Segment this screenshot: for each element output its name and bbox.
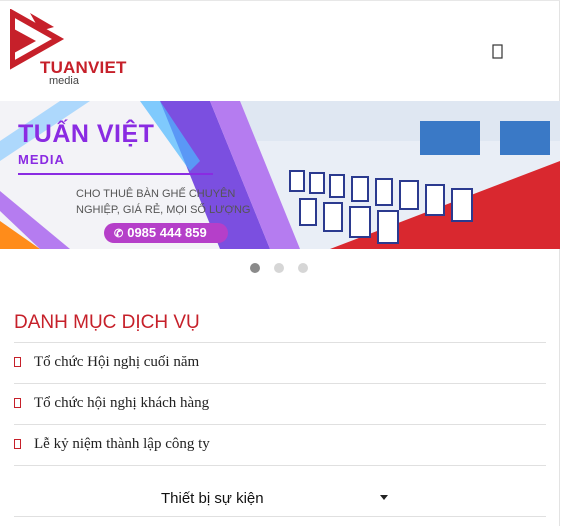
phone-icon: ✆ <box>114 228 124 240</box>
site-header: TUANVIET media <box>0 0 560 102</box>
logo-subtitle: media <box>49 75 79 87</box>
service-item[interactable]: Lễ kỷ niệm thành lập công ty <box>14 424 546 465</box>
dropdown-label: Thiết bị sự kiện <box>161 490 264 507</box>
menu-button[interactable] <box>489 43 507 61</box>
banner-tagline: CHO THUÊ BÀN GHẾ CHUYÊN NGHIỆP, GIÁ RẺ, … <box>76 188 251 216</box>
carousel-dot-3[interactable] <box>298 263 308 273</box>
list-divider <box>14 465 546 466</box>
bullet-icon <box>14 357 21 367</box>
services-heading: DANH MỤC DỊCH VỤ <box>14 312 200 333</box>
carousel-dot-1[interactable] <box>250 263 260 273</box>
banner-phone-badge[interactable]: ✆ 0985 444 859 <box>104 223 228 243</box>
banner-brand-title: TUẤN VIỆT <box>18 120 155 148</box>
site-logo[interactable]: TUANVIET media <box>9 7 130 87</box>
service-item[interactable]: Tổ chức Hội nghị cuối năm <box>14 342 546 383</box>
service-item-label: Tổ chức Hội nghị cuối năm <box>34 354 200 370</box>
equipment-dropdown[interactable]: Thiết bị sự kiện <box>14 480 546 517</box>
menu-icon <box>492 44 503 59</box>
service-item[interactable]: Tổ chức hội nghị khách hàng <box>14 383 546 424</box>
carousel-dot-2[interactable] <box>274 263 284 273</box>
caret-down-icon <box>380 495 388 500</box>
banner-brand-subtitle: MEDIA <box>18 152 65 167</box>
bullet-icon <box>14 398 21 408</box>
bullet-icon <box>14 439 21 449</box>
services-list: Tổ chức Hội nghị cuối năm Tổ chức hội ng… <box>14 342 546 466</box>
service-item-label: Lễ kỷ niệm thành lập công ty <box>34 436 210 452</box>
service-item-label: Tổ chức hội nghị khách hàng <box>34 395 210 411</box>
banner-phone-number: 0985 444 859 <box>127 225 207 240</box>
